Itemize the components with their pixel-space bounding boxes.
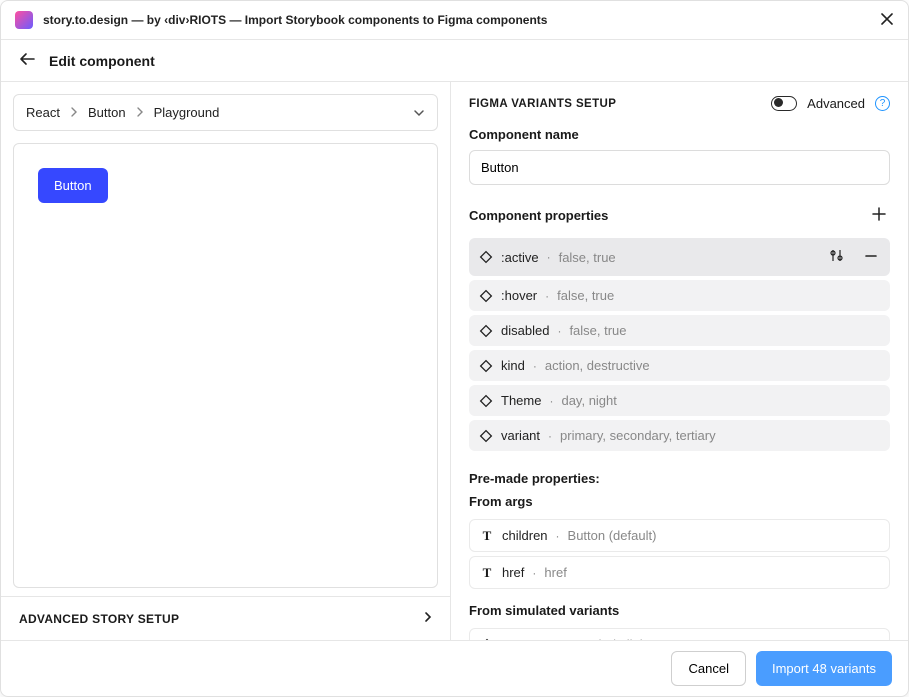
- component-name-input[interactable]: [469, 150, 890, 185]
- separator-dot: ·: [549, 394, 553, 408]
- advanced-story-setup[interactable]: ADVANCED STORY SETUP: [1, 596, 450, 640]
- property-row[interactable]: Theme · day, night: [469, 385, 890, 416]
- property-row[interactable]: disabled · false, true: [469, 315, 890, 346]
- window-title: story.to.design — by ‹div›RIOTS — Import…: [43, 13, 870, 27]
- breadcrumb-item: Playground: [154, 105, 220, 120]
- component-preview: Button: [13, 143, 438, 588]
- property-values: action, destructive: [545, 358, 650, 373]
- variants-setup-title: FIGMA VARIANTS SETUP: [469, 98, 761, 110]
- variant-type-icon: [479, 289, 493, 303]
- property-values: day, night: [561, 393, 616, 408]
- variant-type-icon: [479, 429, 493, 443]
- advanced-toggle-label: Advanced: [807, 96, 865, 111]
- advanced-toggle[interactable]: [771, 96, 797, 111]
- separator-dot: ·: [532, 566, 536, 580]
- properties-title: Component properties: [469, 208, 608, 223]
- add-property-button[interactable]: [868, 203, 890, 228]
- property-row[interactable]: :active · false, true: [469, 238, 890, 276]
- app-icon: [15, 11, 33, 29]
- property-row[interactable]: variant · primary, secondary, tertiary: [469, 420, 890, 451]
- property-name: children: [502, 528, 548, 543]
- from-args-label: From args: [469, 494, 890, 509]
- property-values: primary, secondary, tertiary: [560, 428, 716, 443]
- adjust-icon[interactable]: [827, 246, 846, 268]
- property-name: disabled: [501, 323, 549, 338]
- property-name: :active: [501, 250, 539, 265]
- breadcrumb[interactable]: React Button Playground: [13, 94, 438, 131]
- separator-dot: ·: [533, 359, 537, 373]
- chevron-right-icon: [70, 105, 78, 120]
- separator-dot: ·: [547, 250, 551, 264]
- property-name: :hover: [501, 288, 537, 303]
- variant-type-icon: [479, 394, 493, 408]
- property-values: Button (default): [568, 528, 657, 543]
- separator-dot: ·: [548, 429, 552, 443]
- property-values: false, true: [557, 288, 614, 303]
- remove-icon[interactable]: [862, 247, 880, 268]
- chevron-right-icon: [424, 611, 432, 626]
- text-type-icon: T: [480, 566, 494, 580]
- property-row[interactable]: :hover · false, true: [469, 280, 890, 311]
- back-arrow-icon[interactable]: [19, 52, 35, 69]
- property-row[interactable]: kind · action, destructive: [469, 350, 890, 381]
- property-name: variant: [501, 428, 540, 443]
- preview-button[interactable]: Button: [38, 168, 108, 203]
- cancel-button[interactable]: Cancel: [671, 651, 745, 686]
- variant-type-icon: [479, 359, 493, 373]
- help-icon[interactable]: ?: [875, 96, 890, 111]
- separator-dot: ·: [556, 529, 560, 543]
- property-values: false, true: [569, 323, 626, 338]
- component-name-label: Component name: [469, 127, 890, 142]
- property-values: false, true: [559, 250, 616, 265]
- breadcrumb-item: React: [26, 105, 60, 120]
- text-type-icon: T: [480, 529, 494, 543]
- import-button[interactable]: Import 48 variants: [756, 651, 892, 686]
- property-name: kind: [501, 358, 525, 373]
- chevron-right-icon: [136, 105, 144, 120]
- property-row[interactable]: :appearance · dark, light: [469, 628, 890, 640]
- separator-dot: ·: [545, 289, 549, 303]
- property-name: href: [502, 565, 524, 580]
- chevron-down-icon[interactable]: [413, 105, 425, 120]
- premade-properties-title: Pre-made properties:: [469, 471, 890, 486]
- variant-type-icon: [479, 324, 493, 338]
- property-row[interactable]: Thref · href: [469, 556, 890, 589]
- from-simulated-label: From simulated variants: [469, 603, 890, 618]
- property-row[interactable]: Tchildren · Button (default): [469, 519, 890, 552]
- breadcrumb-item: Button: [88, 105, 126, 120]
- close-icon[interactable]: [880, 12, 894, 29]
- property-values: href: [544, 565, 566, 580]
- variant-type-icon: [479, 250, 493, 264]
- advanced-story-label: ADVANCED STORY SETUP: [19, 612, 179, 626]
- property-name: Theme: [501, 393, 541, 408]
- page-title: Edit component: [49, 53, 155, 69]
- separator-dot: ·: [557, 324, 561, 338]
